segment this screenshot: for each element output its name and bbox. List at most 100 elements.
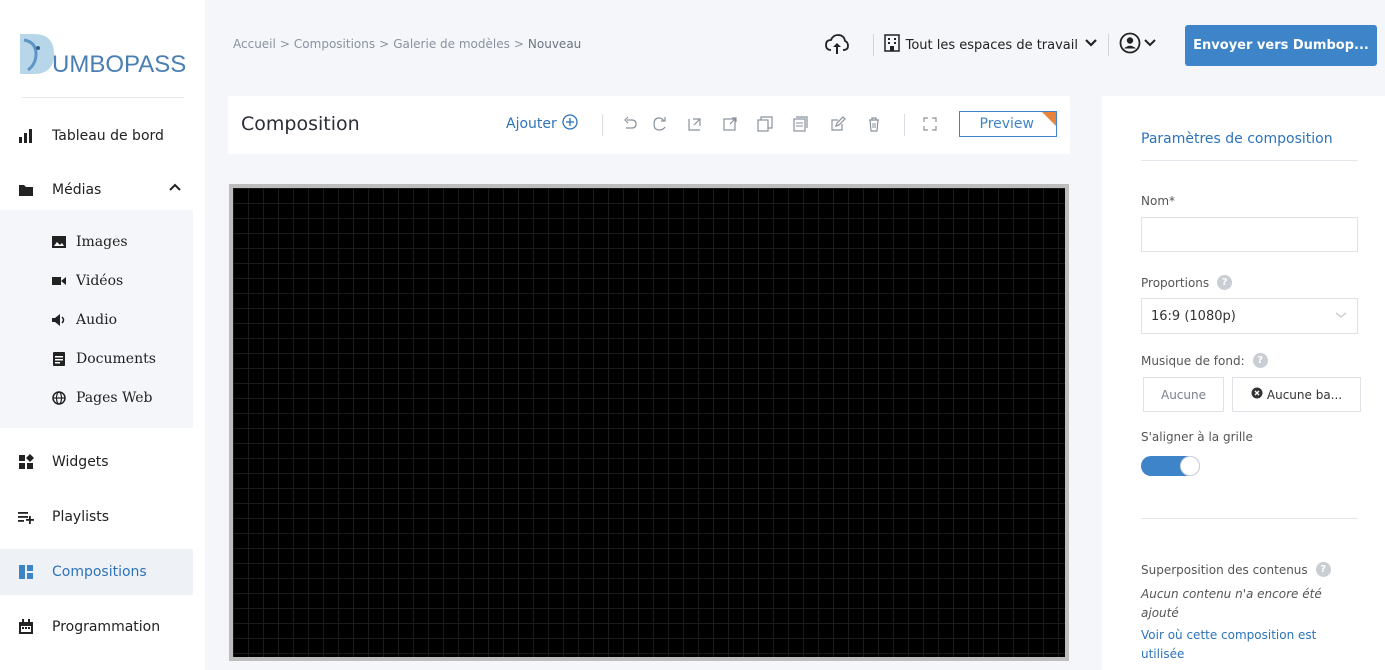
workspace-label: Tout les espaces de travail	[905, 37, 1078, 53]
snap-label: S'aligner à la grille	[1141, 430, 1253, 444]
cloud-upload-icon[interactable]	[824, 34, 849, 56]
delete-icon[interactable]	[866, 116, 882, 132]
breadcrumb-separator: >	[279, 37, 290, 51]
add-label: Ajouter	[506, 116, 557, 132]
divider	[1141, 518, 1358, 519]
plus-circle-icon	[562, 114, 578, 134]
sidebar-item-programmation[interactable]: Programmation	[0, 607, 193, 647]
divider	[904, 114, 905, 136]
ratio-label-text: Proportions	[1141, 275, 1210, 290]
sidebar: UMBOPASS Tableau de bord Médias Images V…	[0, 0, 205, 670]
sidebar-item-playlists[interactable]: Playlists	[0, 497, 193, 537]
sidebar-item-label: Widgets	[52, 454, 109, 470]
divider	[872, 34, 874, 56]
corner-ribbon-icon	[1041, 112, 1056, 127]
help-icon[interactable]: ?	[1217, 275, 1233, 290]
chevron-down-icon	[1334, 309, 1348, 324]
fullscreen-icon[interactable]	[922, 116, 938, 132]
compositions-icon	[18, 564, 34, 580]
ratio-label: Proportions ?	[1141, 275, 1233, 290]
user-menu[interactable]	[1119, 32, 1157, 58]
sidebar-subitem-images[interactable]: Images	[52, 232, 128, 252]
name-input[interactable]	[1141, 217, 1358, 252]
sidebar-item-label: Programmation	[52, 619, 161, 635]
sidebar-subitem-audio[interactable]: Audio	[52, 310, 117, 330]
breadcrumb-separator: >	[379, 37, 390, 51]
bring-to-front-icon[interactable]	[722, 116, 738, 132]
overlay-empty-message: Aucun contenu n'a encore été ajouté	[1141, 587, 1322, 620]
music-track-select[interactable]: Aucune ba...	[1232, 377, 1361, 412]
send-to-dumbopass-button[interactable]: Envoyer vers Dumbop...	[1185, 24, 1377, 66]
send-to-back-icon[interactable]	[687, 116, 703, 132]
video-icon	[52, 274, 66, 288]
sidebar-item-widgets[interactable]: Widgets	[0, 442, 193, 482]
image-icon	[52, 235, 66, 249]
topbar-actions: Tout les espaces de travail Envoyer vers…	[824, 24, 1377, 66]
sidebar-subitem-label: Images	[76, 234, 128, 250]
divider	[1108, 34, 1109, 56]
bar-chart-icon	[18, 128, 34, 144]
copy-icon[interactable]	[792, 116, 808, 132]
snap-to-grid-toggle[interactable]	[1141, 456, 1200, 476]
logo-divider	[22, 97, 184, 98]
music-track-value: Aucune ba...	[1266, 387, 1343, 402]
playlist-add-icon	[18, 509, 34, 525]
ratio-value: 16:9 (1080p)	[1151, 308, 1236, 324]
panel-title: Paramètres de composition	[1141, 131, 1333, 147]
sidebar-item-medias[interactable]: Médias	[0, 170, 193, 210]
document-icon	[52, 352, 66, 366]
undo-icon[interactable]	[622, 116, 638, 132]
close-circle-icon	[1251, 387, 1263, 402]
sidebar-subitem-documents[interactable]: Documents	[52, 349, 156, 369]
music-label: Musique de fond: ?	[1141, 353, 1268, 368]
sidebar-item-compositions[interactable]: Compositions	[0, 549, 193, 595]
breadcrumb-item[interactable]: Accueil	[233, 37, 276, 51]
chevron-up-icon[interactable]	[168, 180, 182, 198]
composition-canvas[interactable]	[233, 188, 1065, 657]
speaker-icon	[52, 313, 66, 327]
dumbopass-logo-mark: UMBOPASS	[20, 34, 186, 78]
sidebar-item-label: Médias	[52, 182, 102, 198]
preview-label: Preview	[979, 116, 1035, 132]
breadcrumb: Accueil > Compositions > Galerie de modè…	[233, 37, 581, 51]
breadcrumb-item[interactable]: Compositions	[294, 37, 375, 51]
composition-canvas-frame	[229, 184, 1069, 661]
calendar-icon	[18, 619, 34, 635]
music-source-value: Aucune	[1160, 387, 1206, 402]
workspace-selector[interactable]: Tout les espaces de travail	[883, 34, 1098, 56]
usage-link[interactable]: Voir où cette composition est utilisée	[1141, 626, 1341, 664]
overlay-label: Superposition des contenus ?	[1141, 562, 1331, 577]
edit-icon[interactable]	[830, 116, 846, 132]
music-source-select[interactable]: Aucune	[1143, 377, 1224, 412]
sidebar-subitem-videos[interactable]: Vidéos	[52, 271, 123, 291]
composition-settings-panel: Paramètres de composition Nom* Proportio…	[1102, 96, 1385, 670]
sidebar-subitem-label: Pages Web	[76, 390, 153, 406]
help-icon[interactable]: ?	[1252, 353, 1268, 368]
duplicate-icon[interactable]	[757, 116, 773, 132]
logo-text: UMBOPASS	[52, 51, 186, 78]
help-icon[interactable]: ?	[1315, 562, 1331, 577]
composition-toolbar: Composition Ajouter Preview	[228, 96, 1070, 154]
preview-button[interactable]: Preview	[959, 111, 1057, 137]
sidebar-item-label: Tableau de bord	[52, 128, 164, 144]
building-icon	[883, 34, 900, 56]
snap-label-text: S'aligner à la grille	[1141, 430, 1253, 444]
sidebar-item-dashboard[interactable]: Tableau de bord	[0, 116, 193, 156]
music-label-text: Musique de fond:	[1141, 353, 1245, 368]
sidebar-subitem-label: Vidéos	[76, 273, 124, 289]
breadcrumb-item[interactable]: Galerie de modèles	[393, 37, 510, 51]
name-label-text: Nom*	[1141, 194, 1176, 208]
ratio-select[interactable]: 16:9 (1080p)	[1141, 298, 1358, 334]
page-title: Composition	[241, 113, 360, 135]
sidebar-item-label: Playlists	[52, 509, 110, 525]
sidebar-item-label: Compositions	[52, 564, 147, 580]
redo-icon[interactable]	[652, 116, 668, 132]
add-content-button[interactable]: Ajouter	[506, 114, 578, 134]
chevron-down-icon	[1084, 37, 1098, 53]
user-avatar-icon	[1119, 32, 1141, 58]
dumbopass-logo[interactable]: UMBOPASS	[14, 28, 194, 80]
widgets-icon	[18, 454, 34, 470]
sidebar-subitem-pages-web[interactable]: Pages Web	[52, 388, 153, 408]
toggle-knob	[1180, 456, 1200, 476]
sidebar-subitem-label: Documents	[76, 351, 156, 367]
